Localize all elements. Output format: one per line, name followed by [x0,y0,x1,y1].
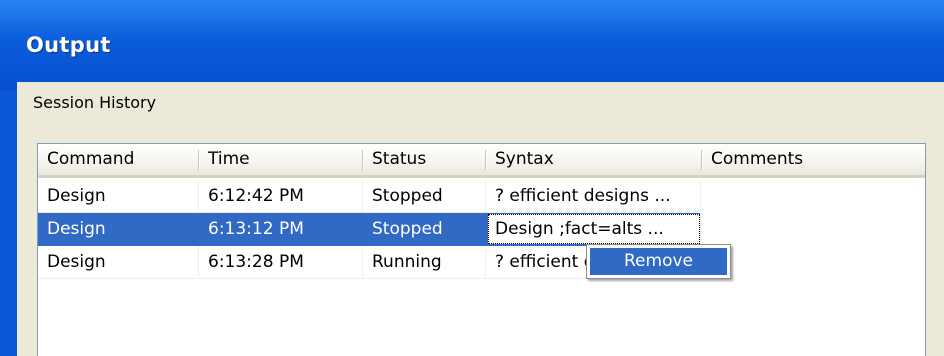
grid-line [700,213,701,246]
column-header-status[interactable]: Status [363,144,486,175]
window-title: Output [26,33,111,57]
cell-comments [702,246,924,279]
grid-line [485,246,486,279]
session-history-label: Session History [33,93,157,112]
session-history-list[interactable]: Command Time Status Syntax Comments Desi… [37,143,926,356]
list-header: Command Time Status Syntax Comments [38,144,925,178]
cell-time: 6:13:12 PM [208,219,304,239]
cell-time: 6:13:28 PM [208,252,304,272]
cell-syntax: ? efficient designs ... [495,186,671,206]
grid-line [198,180,199,213]
table-row-selected[interactable]: Design 6:13:12 PM Stopped Design ;fact=a… [38,213,925,246]
cell-command: Design [47,252,106,272]
grid-line [700,180,701,213]
menu-item-remove[interactable]: Remove [590,248,727,275]
grid-line [485,180,486,213]
cell-syntax: Design ;fact=alts ... [495,219,664,239]
table-row[interactable]: Design 6:12:42 PM Stopped ? efficient de… [38,180,925,213]
cell-command: Design [47,186,106,206]
output-window: Output Session History Command Time Stat… [0,0,944,356]
column-header-time[interactable]: Time [199,144,362,175]
grid-line [362,246,363,279]
cell-status: Running [372,252,442,272]
cell-time: 6:12:42 PM [208,186,304,206]
window-client-area: Session History Command Time Status Synt… [17,82,944,356]
grid-line [198,246,199,279]
cell-comments [702,180,924,213]
column-header-command[interactable]: Command [38,144,198,175]
title-bar[interactable]: Output [0,0,944,90]
cell-status: Stopped [372,219,443,239]
cell-command: Design [47,219,106,239]
table-row[interactable]: Design 6:13:28 PM Running ? efficient de… [38,246,925,279]
context-menu: Remove [586,244,731,279]
cell-status: Stopped [372,186,443,206]
cell-comments [702,213,924,246]
grid-line [362,180,363,213]
column-header-syntax[interactable]: Syntax [486,144,702,175]
column-header-comments[interactable]: Comments [702,144,924,175]
